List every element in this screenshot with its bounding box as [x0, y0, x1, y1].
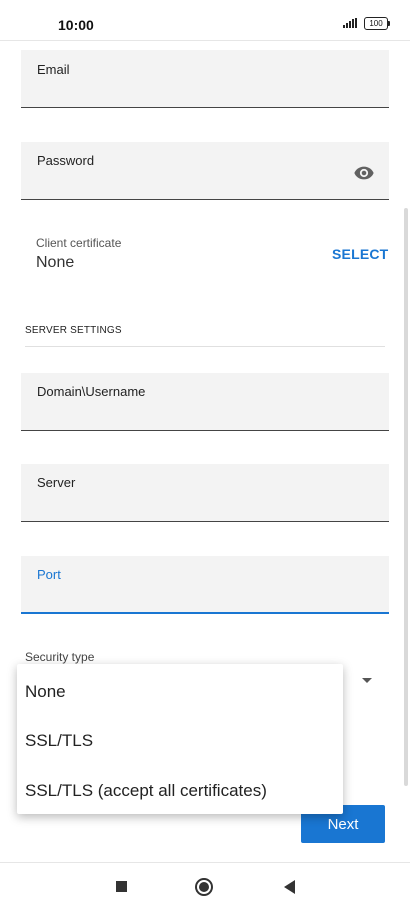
domain-username-field[interactable]: Domain\Username [21, 373, 389, 431]
scrollbar[interactable] [404, 208, 408, 786]
security-type-label: Security type [25, 650, 95, 664]
signal-bars-icon [343, 18, 359, 28]
select-certificate-button[interactable]: SELECT [332, 246, 388, 262]
server-field[interactable]: Server [21, 464, 389, 522]
password-label: Password [37, 153, 95, 168]
section-divider [25, 346, 385, 347]
chevron-down-icon[interactable] [362, 678, 372, 683]
back-triangle-icon[interactable] [284, 880, 295, 894]
domain-username-label: Domain\Username [37, 384, 146, 399]
status-bar: 10:00 100 [0, 0, 410, 41]
menu-item-none[interactable]: None [25, 682, 66, 702]
battery-level: 100 [369, 19, 383, 28]
client-certificate-value: None [36, 254, 75, 271]
server-label: Server [37, 475, 76, 490]
menu-item-ssl-tls[interactable]: SSL/TLS [25, 731, 93, 751]
battery-icon: 100 [364, 17, 390, 30]
square-icon[interactable] [116, 881, 127, 892]
port-field[interactable]: Port [21, 556, 389, 614]
server-settings-title: SERVER SETTINGS [25, 325, 122, 336]
status-time: 10:00 [58, 17, 94, 33]
client-certificate-label: Client certificate [36, 236, 122, 250]
port-label: Port [37, 567, 61, 582]
security-type-menu: None SSL/TLS SSL/TLS (accept all certifi… [17, 664, 343, 814]
circle-icon[interactable] [195, 878, 213, 896]
navigation-bar [0, 862, 410, 912]
eye-icon[interactable] [353, 162, 375, 184]
email-label: Email [37, 62, 70, 77]
password-field[interactable]: Password [21, 142, 389, 200]
email-field[interactable]: Email [21, 50, 389, 108]
menu-item-ssl-tls-accept-all[interactable]: SSL/TLS (accept all certificates) [25, 781, 267, 801]
